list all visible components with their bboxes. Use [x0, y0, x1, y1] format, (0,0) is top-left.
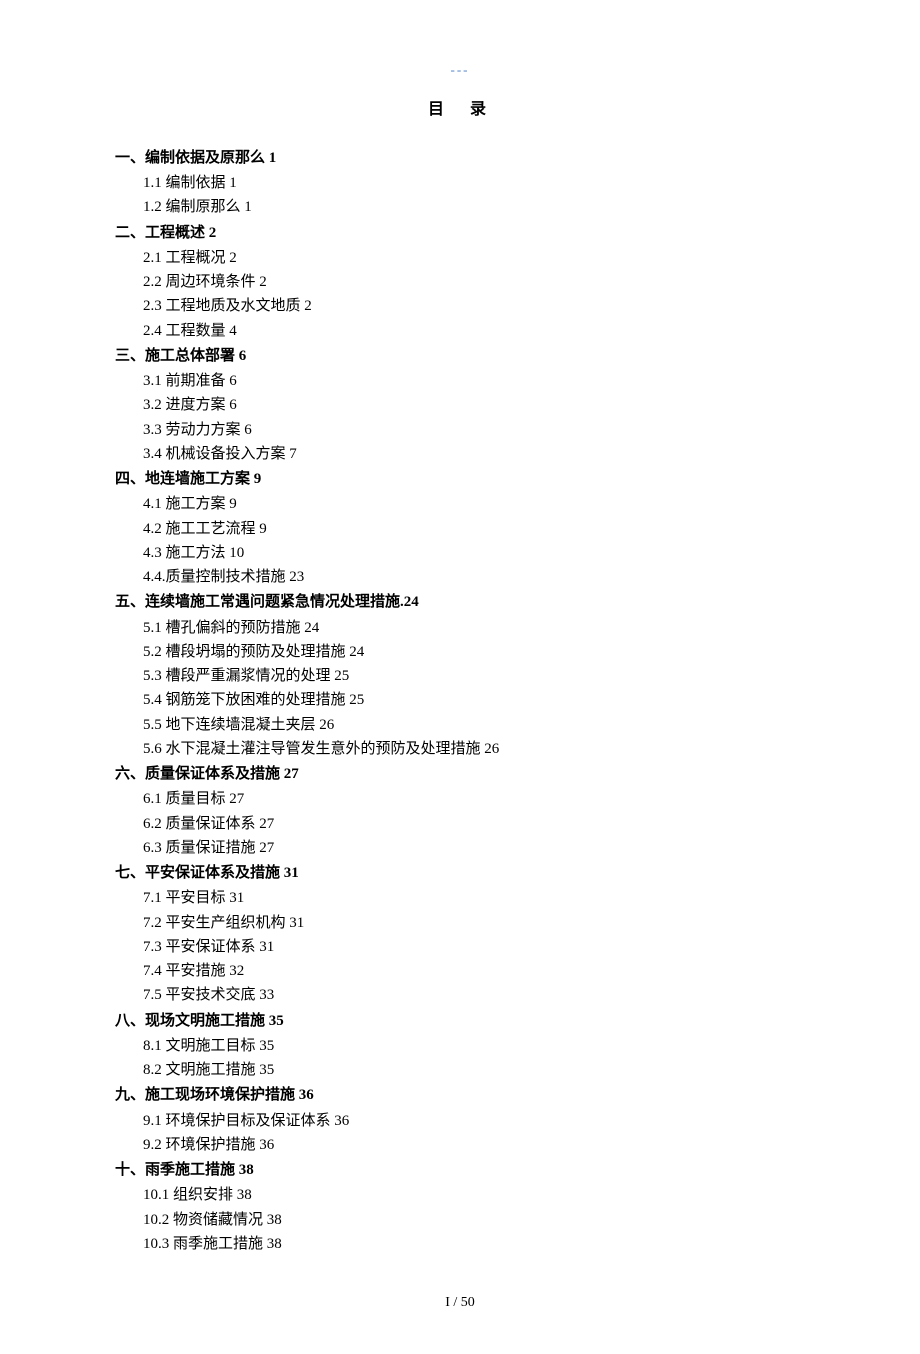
- toc-section-title: 十、雨季施工措施 38: [115, 1159, 805, 1182]
- toc-section-title: 三、施工总体部署 6: [115, 345, 805, 368]
- toc-subsection: 2.4 工程数量 4: [143, 320, 805, 343]
- toc-title: 目录: [135, 98, 805, 123]
- toc-subsection: 6.3 质量保证措施 27: [143, 837, 805, 860]
- toc-subsection: 1.2 编制原那么 1: [143, 196, 805, 219]
- toc-subsection: 5.3 槽段严重漏浆情况的处理 25: [143, 665, 805, 688]
- toc-section-title: 七、平安保证体系及措施 31: [115, 862, 805, 885]
- toc-subsection: 5.6 水下混凝土灌注导管发生意外的预防及处理措施 26: [143, 738, 805, 761]
- toc-subsection: 2.2 周边环境条件 2: [143, 271, 805, 294]
- toc-subsection: 8.2 文明施工措施 35: [143, 1059, 805, 1082]
- toc-subsection: 4.3 施工方法 10: [143, 542, 805, 565]
- toc-subsection: 7.2 平安生产组织机构 31: [143, 912, 805, 935]
- toc-subsection: 5.1 槽孔偏斜的预防措施 24: [143, 617, 805, 640]
- page-header-mark: ---: [115, 60, 805, 80]
- toc-subsection: 9.2 环境保护措施 36: [143, 1134, 805, 1157]
- toc-subsection: 8.1 文明施工目标 35: [143, 1035, 805, 1058]
- toc-subsection: 5.2 槽段坍塌的预防及处理措施 24: [143, 641, 805, 664]
- toc-subsection: 3.2 进度方案 6: [143, 394, 805, 417]
- toc-subsection: 10.3 雨季施工措施 38: [143, 1233, 805, 1256]
- toc-subsection: 7.1 平安目标 31: [143, 887, 805, 910]
- toc-section-title: 二、工程概述 2: [115, 222, 805, 245]
- toc-section-title: 六、质量保证体系及措施 27: [115, 763, 805, 786]
- toc-subsection: 7.3 平安保证体系 31: [143, 936, 805, 959]
- toc-subsection: 7.4 平安措施 32: [143, 960, 805, 983]
- toc-subsection: 5.4 钢筋笼下放困难的处理措施 25: [143, 689, 805, 712]
- toc-section-title: 四、地连墙施工方案 9: [115, 468, 805, 491]
- toc-subsection: 10.2 物资储藏情况 38: [143, 1209, 805, 1232]
- toc-subsection: 4.1 施工方案 9: [143, 493, 805, 516]
- page-number-footer: I / 50: [115, 1292, 805, 1314]
- toc-subsection: 2.3 工程地质及水文地质 2: [143, 295, 805, 318]
- toc-container: 一、编制依据及原那么 11.1 编制依据 11.2 编制原那么 1 二、工程概述 …: [115, 147, 805, 1256]
- toc-subsection: 10.1 组织安排 38: [143, 1184, 805, 1207]
- toc-subsection: 7.5 平安技术交底 33: [143, 984, 805, 1007]
- toc-subsection: 4.2 施工工艺流程 9: [143, 518, 805, 541]
- toc-subsection: 3.4 机械设备投入方案 7: [143, 443, 805, 466]
- toc-subsection: 2.1 工程概况 2: [143, 247, 805, 270]
- toc-subsection: 3.1 前期准备 6: [143, 370, 805, 393]
- toc-subsection: 3.3 劳动力方案 6: [143, 419, 805, 442]
- toc-subsection: 1.1 编制依据 1: [143, 172, 805, 195]
- toc-section-title: 一、编制依据及原那么 1: [115, 147, 805, 170]
- toc-subsection: 5.5 地下连续墙混凝土夹层 26: [143, 714, 805, 737]
- toc-section-title: 九、施工现场环境保护措施 36: [115, 1084, 805, 1107]
- toc-section-title: 八、现场文明施工措施 35: [115, 1010, 805, 1033]
- toc-subsection: 6.1 质量目标 27: [143, 788, 805, 811]
- toc-section-title: 五、连续墙施工常遇问题紧急情况处理措施.24: [115, 591, 805, 614]
- toc-subsection: 6.2 质量保证体系 27: [143, 813, 805, 836]
- toc-subsection: 4.4.质量控制技术措施 23: [143, 566, 805, 589]
- toc-subsection: 9.1 环境保护目标及保证体系 36: [143, 1110, 805, 1133]
